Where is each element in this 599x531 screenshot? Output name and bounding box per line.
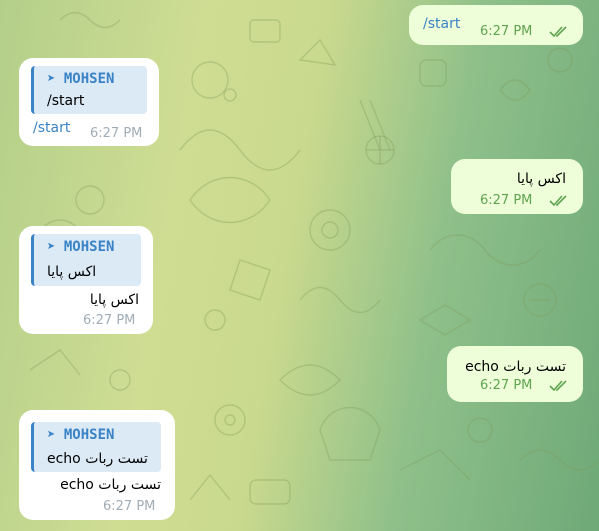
quote-author: ➤ MOHSEN xyxy=(47,239,115,255)
message-text: تست ربات echo xyxy=(465,359,566,375)
message-text: تست ربات echo xyxy=(60,477,161,493)
outgoing-message[interactable]: /start 6:27 PM xyxy=(409,5,583,45)
incoming-message[interactable]: ➤ MOHSEN اکس پایا اکس پایا 6:27 PM xyxy=(19,226,153,334)
message-time: 6:27 PM xyxy=(480,378,533,393)
message-time: 6:27 PM xyxy=(480,24,533,39)
read-double-check-icon xyxy=(549,195,567,207)
quote-text: تست ربات echo xyxy=(47,451,148,467)
message-time: 6:27 PM xyxy=(480,193,533,208)
incoming-message[interactable]: ➤ MOHSEN تست ربات echo تست ربات echo 6:2… xyxy=(19,410,175,520)
message-text[interactable]: /start xyxy=(423,16,460,33)
read-double-check-icon xyxy=(549,26,567,38)
message-text[interactable]: /start xyxy=(33,120,70,137)
reply-quote[interactable]: ➤ MOHSEN اکس پایا xyxy=(31,234,141,286)
reply-quote[interactable]: ➤ MOHSEN تست ربات echo xyxy=(31,422,161,472)
message-time: 6:27 PM xyxy=(103,499,156,514)
reply-quote[interactable]: ➤ MOHSEN /start xyxy=(31,66,147,114)
outgoing-message[interactable]: تست ربات echo 6:27 PM xyxy=(447,346,583,402)
quote-author: ➤ MOHSEN xyxy=(47,427,115,443)
quote-text: /start xyxy=(47,93,85,109)
message-time: 6:27 PM xyxy=(83,313,136,328)
incoming-message[interactable]: ➤ MOHSEN /start /start 6:27 PM xyxy=(19,58,159,146)
message-time: 6:27 PM xyxy=(90,126,143,141)
read-double-check-icon xyxy=(549,380,567,392)
outgoing-message[interactable]: اکس پایا 6:27 PM xyxy=(451,159,583,214)
quote-author: ➤ MOHSEN xyxy=(47,71,115,87)
quote-text: اکس پایا xyxy=(47,264,97,280)
message-text: اکس پایا xyxy=(89,292,139,308)
message-text: اکس پایا xyxy=(516,171,566,187)
